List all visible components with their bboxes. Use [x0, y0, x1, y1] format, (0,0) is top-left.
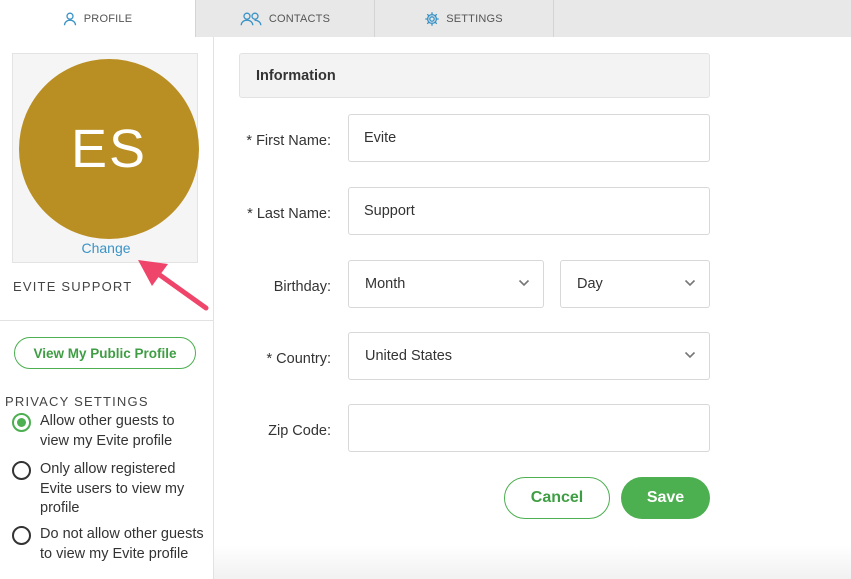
tab-contacts[interactable]: CONTACTS: [196, 0, 375, 37]
privacy-option-registered-only[interactable]: Only allow registered Evite users to vie…: [12, 460, 205, 519]
privacy-option-allow-all[interactable]: Allow other guests to view my Evite prof…: [12, 412, 205, 451]
zip-code-field[interactable]: [348, 404, 710, 452]
birthday-day-select[interactable]: Day: [560, 260, 710, 308]
avatar[interactable]: ES: [19, 59, 199, 239]
annotation-arrow-icon: [138, 260, 209, 311]
chevron-down-icon: [684, 351, 696, 359]
chevron-down-icon: [684, 279, 696, 287]
tab-settings-label: SETTINGS: [446, 12, 503, 25]
first-name-label: * First Name:: [246, 133, 331, 149]
radio-button[interactable]: [12, 413, 31, 432]
tab-bar: PROFILE CONTACTS SETTINGS: [0, 0, 851, 37]
tab-profile[interactable]: PROFILE: [0, 0, 196, 37]
zip-code-label: Zip Code:: [268, 423, 331, 439]
tab-settings[interactable]: SETTINGS: [375, 0, 554, 37]
tab-profile-label: PROFILE: [83, 12, 133, 25]
radio-button[interactable]: [12, 526, 31, 545]
sidebar-divider: [0, 320, 214, 321]
birthday-label: Birthday:: [273, 279, 331, 295]
gear-icon: [425, 11, 440, 26]
profile-display-name: EVITE SUPPORT: [13, 279, 133, 294]
chevron-down-icon: [518, 279, 530, 287]
save-button[interactable]: Save: [621, 477, 710, 519]
avatar-card: ES Change: [12, 53, 199, 263]
birthday-month-select[interactable]: Month: [348, 260, 544, 308]
radio-button[interactable]: [12, 461, 31, 480]
avatar-initials: ES: [70, 119, 148, 179]
birthday-day-value: Day: [577, 276, 603, 292]
country-value: United States: [365, 348, 453, 364]
users-icon: [240, 12, 262, 26]
privacy-settings-title: PRIVACY SETTINGS: [5, 394, 149, 409]
user-icon: [63, 12, 77, 26]
country-label: * Country:: [266, 351, 331, 367]
page-bottom-shade: [214, 545, 851, 579]
last-name-label: * Last Name:: [247, 206, 331, 222]
country-select[interactable]: United States: [348, 332, 710, 380]
privacy-option-label: Allow other guests to view my Evite prof…: [40, 413, 175, 449]
privacy-option-disallow[interactable]: Do not allow other guests to view my Evi…: [12, 525, 205, 564]
first-name-field[interactable]: Evite: [348, 114, 710, 162]
privacy-option-label: Do not allow other guests to view my Evi…: [40, 526, 204, 562]
privacy-option-label: Only allow registered Evite users to vie…: [40, 461, 185, 516]
birthday-month-value: Month: [365, 276, 406, 292]
cancel-button[interactable]: Cancel: [504, 477, 610, 519]
view-public-profile-button[interactable]: View My Public Profile: [14, 337, 196, 369]
information-section-header: Information: [239, 53, 710, 98]
tab-contacts-label: CONTACTS: [268, 12, 331, 25]
last-name-field[interactable]: Support: [348, 187, 710, 235]
